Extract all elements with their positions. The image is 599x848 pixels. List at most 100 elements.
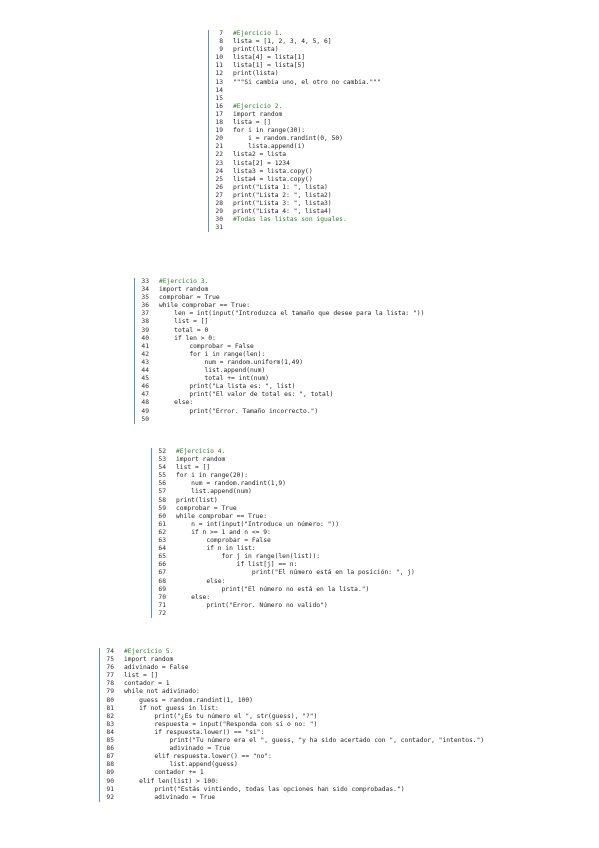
code-line: 81 if not guess in list: <box>100 705 515 713</box>
code-line: 65 for j in range(len(list)): <box>152 553 352 561</box>
code-text: comprobar = False <box>159 342 254 350</box>
code-line: 48 else: <box>135 399 361 407</box>
line-number: 42 <box>141 350 149 358</box>
code-line: 43 num = random.uniform(1,49) <box>135 359 361 367</box>
line-number: 19 <box>215 127 223 135</box>
line-number: 34 <box>141 286 149 294</box>
code-line: 18 lista = [] <box>209 119 349 127</box>
line-number: 87 <box>106 753 114 761</box>
code-text: print("Tu número era el ", guess, "y ha … <box>124 737 485 745</box>
code-line: 68 else: <box>152 578 352 586</box>
code-text: print(lista) <box>233 70 279 78</box>
code-text: print(lista) <box>233 46 279 54</box>
line-number: 20 <box>215 135 223 143</box>
line-number: 52 <box>158 448 166 455</box>
code-line: 78 contador = 1 <box>100 680 515 688</box>
code-text: list.append(num) <box>159 367 266 375</box>
code-line: 62 if n >= 1 and n <= 9: <box>152 529 352 537</box>
code-line: 90 elif len(list) > 100: <box>100 778 515 786</box>
line-number: 71 <box>158 601 166 609</box>
code-text: num = random.uniform(1,49) <box>159 358 304 366</box>
line-number: 91 <box>106 785 114 793</box>
line-number: 80 <box>106 696 114 704</box>
code-line: 40 if len > 0: <box>135 335 361 343</box>
code-text: contador = 1 <box>124 680 170 688</box>
line-number: 48 <box>141 399 149 407</box>
line-number: 11 <box>215 62 223 70</box>
code-line: 29 print("Lista 4: ", lista4) <box>209 208 349 216</box>
code-line: 80 guess = random.randint(1, 100) <box>100 697 515 705</box>
code-text: lista[1] = lista[5] <box>233 62 306 70</box>
code-line: 15 <box>209 95 349 103</box>
line-number: 17 <box>215 110 223 118</box>
code-text: while comprobar == True: <box>159 302 250 310</box>
line-number: 55 <box>158 472 166 480</box>
code-text: print("La lista es: ", list) <box>159 383 296 391</box>
code-text: print("Lista 4: ", lista4) <box>233 208 332 216</box>
code-text: lista.append(i) <box>233 143 306 151</box>
line-number: 43 <box>141 358 149 366</box>
code-text: if not guess in list: <box>124 704 219 712</box>
line-number: 84 <box>106 728 114 736</box>
code-line: 79 while not adivinado: <box>100 688 515 696</box>
code-text: import random <box>176 456 226 464</box>
code-block-ejercicio-3: 33 #Ejercicio 3. 34 import random 35 comproba… <box>134 278 424 424</box>
code-line: 64 if n in list: <box>152 545 352 553</box>
line-number: 57 <box>158 488 166 496</box>
line-number: 7 <box>219 30 223 37</box>
line-number: 64 <box>158 545 166 553</box>
code-text: for i in range(30): <box>233 127 306 135</box>
line-number: 45 <box>141 375 149 383</box>
code-text: lista[2] = 1234 <box>233 159 290 167</box>
line-number: 47 <box>141 391 149 399</box>
code-line: 56 num = random.randint(1,9) <box>152 480 352 488</box>
code-text: if n in list: <box>176 545 256 553</box>
code-text: print("El número no está en la lista.") <box>176 585 370 593</box>
code-text: total = 0 <box>159 326 209 334</box>
code-line: 59 comprobar = True <box>152 505 352 513</box>
code-line: 74 #Ejercicio 5. <box>100 648 515 656</box>
code-line: 91 print("Estás vintiendo, todas las opc… <box>100 786 515 794</box>
code-line: 21 lista.append(i) <box>209 143 349 151</box>
code-line: 75 import random <box>100 656 515 664</box>
code-line: 31 <box>209 224 349 232</box>
line-number: 79 <box>106 688 114 696</box>
code-line: 33 #Ejercicio 3. <box>135 278 361 286</box>
line-number: 10 <box>215 54 223 62</box>
line-number: 60 <box>158 512 166 520</box>
code-text: comprobar = False <box>176 537 271 545</box>
line-number: 21 <box>215 143 223 151</box>
code-text: adivinado = True <box>124 745 231 753</box>
code-line: 89 contador += 1 <box>100 769 515 777</box>
code-line: 46 print("La lista es: ", list) <box>135 383 361 391</box>
line-number: 9 <box>219 46 223 54</box>
code-line: 25 lista4 = lista.copy() <box>209 176 349 184</box>
line-number: 75 <box>106 656 114 664</box>
code-text: #Ejercicio 5. <box>124 648 174 655</box>
code-text: lista4 = lista.copy() <box>233 175 313 183</box>
line-number: 41 <box>141 342 149 350</box>
code-text: print("¿Es tu número el ", str(guess), "… <box>124 712 318 720</box>
line-number: 54 <box>158 464 166 472</box>
code-line: 77 list = [] <box>100 672 515 680</box>
code-line: 38 list = [] <box>135 318 361 326</box>
code-line: 22 lista2 = lista <box>209 151 349 159</box>
code-text: if respuesta.lower() == "si": <box>124 728 265 736</box>
code-line: 16 #Ejercicio 2. <box>209 103 349 111</box>
line-number: 88 <box>106 761 114 769</box>
line-number: 44 <box>141 367 149 375</box>
line-number: 69 <box>158 585 166 593</box>
code-text: lista2 = lista <box>233 151 287 159</box>
code-text: list = [] <box>159 318 209 326</box>
line-number: 90 <box>106 777 114 785</box>
code-line: 13 """Si cambia uno, el otro no cambia.""… <box>209 79 380 87</box>
code-text: print("Lista 3: ", lista3) <box>233 199 332 207</box>
code-line: 50 <box>135 416 361 424</box>
code-line: 30 #Todas las listas son iguales. <box>209 216 349 224</box>
code-text: lista = [1, 2, 3, 4, 5, 6] <box>233 38 332 46</box>
code-line: 26 print("Lista 1: ", lista) <box>209 184 349 192</box>
code-line: 34 import random <box>135 286 361 294</box>
code-line: 39 total = 0 <box>135 327 361 335</box>
line-number: 89 <box>106 769 114 777</box>
code-text: for j in range(len(list)): <box>176 553 321 561</box>
